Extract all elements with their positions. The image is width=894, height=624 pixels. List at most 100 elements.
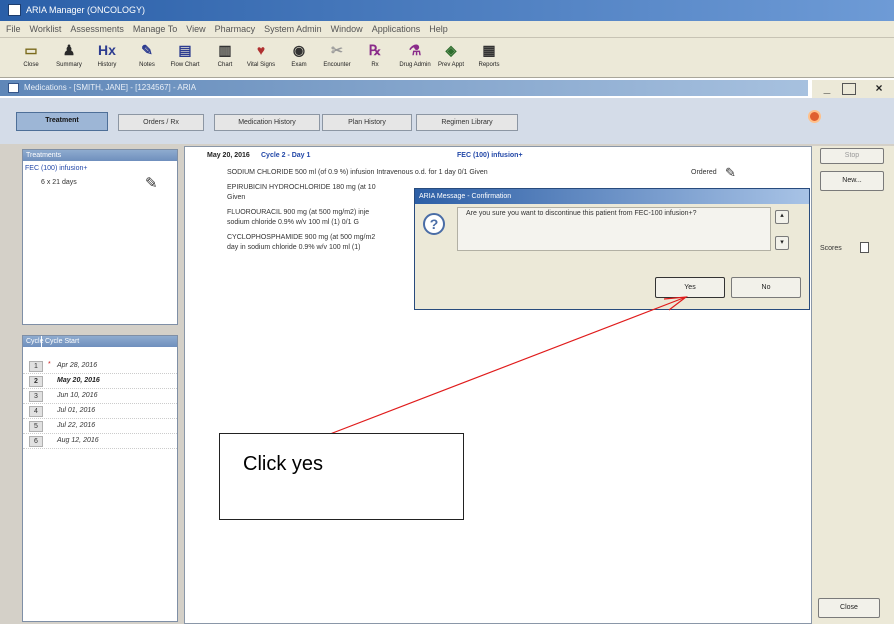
- menu-item[interactable]: System Admin: [264, 24, 322, 34]
- folder-icon: ▭: [24, 42, 38, 58]
- document-icon[interactable]: [860, 242, 869, 253]
- toolbar-button[interactable]: ▦ Reports: [470, 42, 508, 70]
- treatment-item-name[interactable]: FEC (100) infusion+: [25, 165, 87, 172]
- treatments-list: Treatments FEC (100) infusion+ 6 x 21 da…: [22, 149, 178, 325]
- stop-button[interactable]: Stop: [820, 148, 884, 164]
- toolbar-button[interactable]: Hx History: [88, 42, 126, 70]
- toolbar-button[interactable]: ♥ Vital Signs: [242, 42, 280, 70]
- menu-item[interactable]: Applications: [372, 24, 421, 34]
- medication-line: SODIUM CHLORIDE 500 ml (of 0.9 %) infusi…: [227, 169, 488, 176]
- menu-item[interactable]: View: [186, 24, 205, 34]
- menu-item[interactable]: File: [6, 24, 21, 34]
- toolbar-button[interactable]: ✎ Notes: [128, 42, 166, 70]
- rx-icon: ℞: [368, 42, 382, 58]
- toolbar-button-label: Vital Signs: [246, 62, 276, 68]
- cycle-row[interactable]: 1 * Apr 28, 2016: [23, 360, 177, 374]
- close-window-icon[interactable]: ×: [868, 82, 890, 96]
- flowchart-icon: ▤: [178, 42, 192, 58]
- medication-line: EPIRUBICIN HYDROCHLORIDE 180 mg (at 10: [227, 184, 376, 191]
- cycle-number: 1: [29, 361, 43, 372]
- toolbar-button-label: History: [97, 62, 117, 68]
- scores-label[interactable]: Scores: [820, 245, 842, 252]
- window-controls: _ ×: [812, 80, 894, 98]
- right-panel: Stop New... Scores Close: [812, 146, 894, 624]
- document-icon: [8, 83, 19, 93]
- confirmation-dialog: ARIA Message - Confirmation ? Are you su…: [414, 188, 810, 310]
- menu-item[interactable]: Window: [331, 24, 363, 34]
- exam-icon: ◉: [292, 42, 306, 58]
- cycle-row[interactable]: 5 Jul 22, 2016: [23, 420, 177, 434]
- medication-line: sodium chloride 0.9% w/v 100 ml (1) 0/1 …: [227, 219, 359, 226]
- maximize-icon[interactable]: [842, 83, 856, 95]
- medication-line: CYCLOPHOSPHAMIDE 900 mg (at 500 mg/m2: [227, 234, 376, 241]
- cycle-row[interactable]: 6 Aug 12, 2016: [23, 435, 177, 449]
- menu-item[interactable]: Pharmacy: [215, 24, 256, 34]
- toolbar-button-label: Close: [23, 62, 39, 68]
- tab-regimen-library[interactable]: Regimen Library: [416, 114, 518, 131]
- drugadmin-icon: ⚗: [408, 42, 422, 58]
- menu-item[interactable]: Assessments: [70, 24, 124, 34]
- cycle-row[interactable]: 2 May 20, 2016: [23, 375, 177, 389]
- scroll-down-icon[interactable]: ▾: [775, 236, 789, 250]
- cycle-start-date: Jun 10, 2016: [57, 392, 98, 399]
- toolbar-button[interactable]: ⚗ Drug Admin: [396, 42, 434, 70]
- cycle-number: 4: [29, 406, 43, 417]
- dialog-message-box: Are you sure you want to discontinue thi…: [457, 207, 771, 251]
- alert-icon[interactable]: [808, 110, 821, 123]
- toolbar-button[interactable]: ◈ Prev Appt: [432, 42, 470, 70]
- reports-icon: ▦: [482, 42, 496, 58]
- toolbar-button-label: Rx: [371, 62, 379, 68]
- treatments-header: Treatments: [23, 150, 177, 161]
- new-button[interactable]: New...: [820, 171, 884, 191]
- cycle-start-date: Jul 22, 2016: [57, 422, 96, 429]
- cycle-row[interactable]: 3 Jun 10, 2016: [23, 390, 177, 404]
- no-button[interactable]: No: [731, 277, 801, 298]
- app-icon: [8, 4, 21, 16]
- toolbar-button-label: Notes: [139, 62, 155, 68]
- scroll-up-icon[interactable]: ▴: [775, 210, 789, 224]
- tab-orders-rx[interactable]: Orders / Rx: [118, 114, 204, 131]
- cycle-start-date: May 20, 2016: [57, 377, 100, 384]
- toolbar-button[interactable]: ✂ Encounter: [318, 42, 356, 70]
- edit-treatment-icon[interactable]: ✎: [145, 174, 158, 192]
- close-button[interactable]: Close: [818, 598, 880, 618]
- cycle-start-date: Aug 12, 2016: [57, 437, 99, 444]
- cycle-number: 6: [29, 436, 43, 447]
- summary-icon: ♟: [62, 42, 76, 58]
- edit-order-icon[interactable]: ✎: [725, 165, 736, 181]
- history-icon: Hx: [98, 42, 116, 58]
- toolbar-button-label: Reports: [478, 62, 500, 68]
- medication-line: Given: [227, 194, 246, 201]
- yes-button[interactable]: Yes: [655, 277, 725, 298]
- menu-item[interactable]: Worklist: [30, 24, 62, 34]
- toolbar-button[interactable]: ♟ Summary: [50, 42, 88, 70]
- encounter-icon: ✂: [331, 42, 343, 58]
- menu-bar: File Worklist Assessments Manage To View Phar…: [0, 21, 894, 38]
- toolbar-button-label: Summary: [56, 62, 82, 68]
- cycle-number: 3: [29, 391, 43, 402]
- minimize-icon[interactable]: _: [816, 82, 838, 96]
- cycle-row[interactable]: 4 Jul 01, 2016: [23, 405, 177, 419]
- regimen-name: FEC (100) infusion+: [457, 152, 523, 159]
- dialog-title: ARIA Message - Confirmation: [415, 189, 809, 204]
- document-title: Medications - [SMITH, JANE] - [1234567] …: [24, 83, 197, 92]
- window-title: ARIA Manager (ONCOLOGY): [26, 5, 146, 15]
- toolbar-button[interactable]: ▭ Close: [12, 42, 50, 70]
- tab-medication-history[interactable]: Medication History: [214, 114, 320, 131]
- toolbar-button[interactable]: ℞ Rx: [356, 42, 394, 70]
- tab-treatment[interactable]: Treatment: [16, 112, 108, 131]
- toolbar-button-label: Encounter: [323, 62, 351, 68]
- cycle-start-date: Jul 01, 2016: [57, 407, 96, 414]
- toolbar-button[interactable]: ◉ Exam: [280, 42, 318, 70]
- menu-item[interactable]: Help: [429, 24, 448, 34]
- toolbar-button-label: Chart: [217, 62, 233, 68]
- vitals-icon: ♥: [256, 42, 266, 58]
- cycles-header: Cycle Cycle Start: [23, 336, 177, 347]
- tab-plan-history[interactable]: Plan History: [322, 114, 412, 131]
- toolbar-button[interactable]: ▤ Flow Chart: [166, 42, 204, 70]
- toolbar-button[interactable]: ▥ Chart: [206, 42, 244, 70]
- question-icon: ?: [423, 213, 445, 235]
- annotation-text: Click yes: [243, 453, 324, 475]
- cycle-start-date: Apr 28, 2016: [57, 362, 98, 369]
- menu-item[interactable]: Manage To: [133, 24, 177, 34]
